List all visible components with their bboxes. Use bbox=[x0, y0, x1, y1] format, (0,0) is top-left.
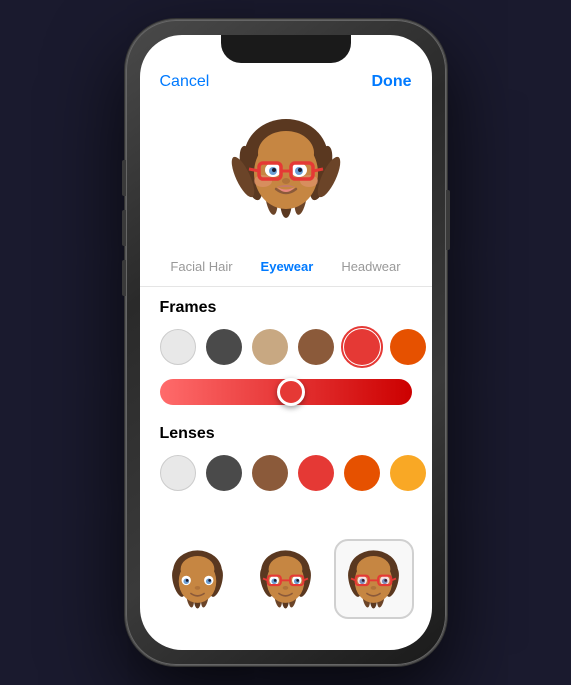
frames-label: Frames bbox=[140, 287, 432, 325]
frame-color-brown[interactable] bbox=[298, 329, 334, 365]
lens-color-red[interactable] bbox=[298, 455, 334, 491]
frame-color-red[interactable] bbox=[344, 329, 380, 365]
frames-color-row bbox=[140, 325, 432, 369]
slider-track[interactable] bbox=[160, 379, 412, 405]
memoji-head bbox=[221, 105, 351, 235]
memoji-choice-1[interactable] bbox=[158, 539, 238, 619]
lens-color-yellow[interactable] bbox=[390, 455, 426, 491]
tab-eyewear[interactable]: Eyewear bbox=[247, 255, 328, 278]
notch bbox=[221, 35, 351, 63]
phone-outer: Cancel Done bbox=[126, 20, 446, 665]
lens-color-orange[interactable] bbox=[344, 455, 380, 491]
screen-content: Cancel Done bbox=[140, 35, 432, 650]
tab-bar: Facial Hair Eyewear Headwear bbox=[140, 255, 432, 287]
memoji-choice-2[interactable] bbox=[246, 539, 326, 619]
frame-color-white[interactable] bbox=[160, 329, 196, 365]
lens-color-brown[interactable] bbox=[252, 455, 288, 491]
memoji-preview bbox=[140, 95, 432, 255]
frame-color-orange[interactable] bbox=[390, 329, 426, 365]
tab-facial-hair[interactable]: Facial Hair bbox=[156, 255, 246, 278]
frame-color-tan[interactable] bbox=[252, 329, 288, 365]
top-bar: Cancel Done bbox=[140, 65, 432, 95]
tab-headwear[interactable]: Headwear bbox=[327, 255, 414, 278]
slider-thumb[interactable] bbox=[277, 378, 305, 406]
lenses-color-row bbox=[140, 451, 432, 495]
slider-container bbox=[140, 369, 432, 413]
lenses-label: Lenses bbox=[140, 413, 432, 451]
lens-color-white[interactable] bbox=[160, 455, 196, 491]
memoji-choice-3[interactable] bbox=[334, 539, 414, 619]
frame-color-dark-gray[interactable] bbox=[206, 329, 242, 365]
done-button[interactable]: Done bbox=[372, 73, 412, 91]
phone-screen: Cancel Done bbox=[140, 35, 432, 650]
cancel-button[interactable]: Cancel bbox=[160, 73, 210, 91]
memoji-choices bbox=[140, 495, 432, 650]
lens-color-dark-gray[interactable] bbox=[206, 455, 242, 491]
